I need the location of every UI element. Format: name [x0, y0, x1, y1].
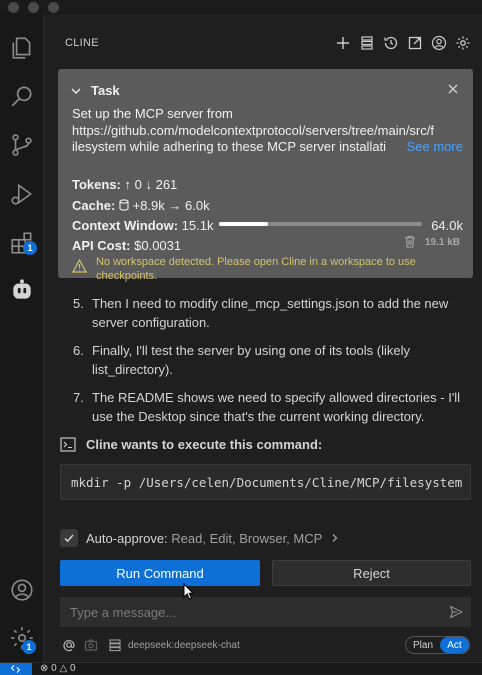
- auto-approve-label: Auto-approve:: [86, 531, 168, 546]
- new-task-plus-icon[interactable]: [334, 34, 352, 52]
- reject-button[interactable]: Reject: [272, 560, 471, 586]
- warning-icon: [72, 259, 87, 273]
- status-bar: ⊗ 0 △ 0: [0, 662, 482, 675]
- extensions-badge: 1: [23, 241, 37, 255]
- tokens-out: ↓ 261: [145, 177, 178, 192]
- assistant-steps: 5. Then I need to modify cline_mcp_setti…: [73, 294, 473, 435]
- cline-panel: CLINE Task Set up the MCP server from ht…: [45, 14, 482, 662]
- panel-header: CLINE: [45, 14, 482, 51]
- context-progress-bar: [219, 222, 422, 226]
- task-description-line: Set up the MCP server from: [72, 106, 233, 121]
- step-text: Finally, I'll test the server by using o…: [92, 343, 410, 377]
- message-input[interactable]: Type a message...: [60, 597, 471, 627]
- cline-bot-icon[interactable]: [8, 276, 36, 304]
- command-code-block: mkdir -p /Users/celen/Documents/Cline/MC…: [60, 464, 471, 500]
- mouse-cursor-icon: [183, 583, 195, 600]
- warning-text: No workspace detected. Please open Cline…: [96, 256, 416, 282]
- input-toolbar: deepseek:deepseek-chat Plan Act: [60, 636, 471, 654]
- act-mode-option[interactable]: Act: [440, 637, 469, 653]
- close-window-dot[interactable]: [8, 2, 19, 13]
- list-item: 6. Finally, I'll test the server by usin…: [73, 341, 473, 379]
- step-number: 7.: [73, 390, 84, 405]
- run-command-button[interactable]: Run Command: [60, 560, 260, 586]
- context-window-row: Context Window: 15.1k: [72, 218, 213, 233]
- popout-icon[interactable]: [406, 34, 424, 52]
- plan-act-toggle[interactable]: Plan Act: [405, 636, 470, 654]
- tokens-in: ↑ 0: [124, 177, 142, 192]
- source-control-icon[interactable]: [8, 131, 36, 159]
- remote-icon: [11, 665, 20, 673]
- remote-indicator[interactable]: [0, 663, 32, 675]
- terminal-icon: [60, 437, 76, 452]
- list-item: 5. Then I need to modify cline_mcp_setti…: [73, 294, 473, 332]
- database-icon: [119, 199, 129, 211]
- see-more-link[interactable]: See more: [404, 139, 463, 154]
- camera-icon[interactable]: [84, 638, 98, 652]
- task-title: Task: [91, 83, 120, 98]
- workspace-warning: No workspace detected. Please open Cline…: [72, 255, 462, 283]
- api-cost-row: API Cost: $0.0031: [72, 238, 181, 253]
- step-number: 6.: [73, 343, 84, 358]
- error-icon: ⊗: [40, 663, 49, 674]
- warning-triangle-icon: △: [59, 663, 68, 674]
- window-titlebar: [0, 0, 482, 14]
- command-request-title: Cline wants to execute this command:: [60, 437, 322, 452]
- cache-row: Cache: +8.9k → 6.0k: [72, 198, 210, 213]
- checkmark-icon: [64, 534, 74, 543]
- warning-count: 0: [70, 663, 76, 674]
- problems-indicator[interactable]: ⊗ 0 △ 0: [40, 663, 76, 675]
- task-card: Task Set up the MCP server from https://…: [58, 69, 473, 282]
- tokens-row: Tokens: ↑ 0 ↓ 261: [72, 177, 177, 192]
- trash-icon[interactable]: [404, 235, 416, 248]
- mention-at-icon[interactable]: [62, 638, 76, 652]
- context-label: Context Window:: [72, 218, 179, 233]
- history-icon[interactable]: [382, 34, 400, 52]
- activity-bar: 1 1: [0, 14, 44, 662]
- list-item: 7. The README shows we need to specify a…: [73, 388, 473, 426]
- error-count: 0: [51, 663, 57, 674]
- api-cost-value: $0.0031: [134, 238, 182, 253]
- run-debug-icon[interactable]: [8, 180, 36, 208]
- cache-value: +8.9k → 6.0k: [132, 198, 210, 213]
- explorer-icon[interactable]: [8, 34, 36, 62]
- step-text: Then I need to modify cline_mcp_settings…: [92, 296, 449, 330]
- auto-approve-checkbox[interactable]: [60, 529, 78, 547]
- maximize-window-dot[interactable]: [48, 2, 59, 13]
- account-icon[interactable]: [8, 576, 36, 604]
- send-icon[interactable]: [449, 605, 463, 619]
- settings-badge: 1: [22, 640, 36, 654]
- server-icon[interactable]: [108, 638, 122, 652]
- context-max: 64.0k: [431, 218, 463, 233]
- panel-title: CLINE: [65, 37, 99, 49]
- auto-approve-options: Read, Edit, Browser, MCP: [171, 531, 323, 546]
- api-cost-label: API Cost:: [72, 238, 131, 253]
- message-input-placeholder: Type a message...: [70, 605, 177, 620]
- minimize-window-dot[interactable]: [28, 2, 39, 13]
- model-selector[interactable]: deepseek:deepseek-chat: [128, 640, 240, 651]
- task-description-line: https://github.com/modelcontextprotocol/…: [72, 122, 434, 138]
- context-progress-fill: [219, 222, 268, 226]
- plan-mode-option[interactable]: Plan: [406, 637, 440, 653]
- close-icon[interactable]: [447, 83, 459, 95]
- chevron-down-icon[interactable]: [70, 85, 82, 97]
- account-circle-icon[interactable]: [430, 34, 448, 52]
- mcp-servers-icon[interactable]: [358, 34, 376, 52]
- settings-gear-icon[interactable]: [454, 34, 472, 52]
- command-title-text: Cline wants to execute this command:: [86, 437, 323, 452]
- task-size: 19.1 kB: [424, 237, 460, 248]
- chevron-right-icon[interactable]: [330, 533, 339, 543]
- step-text: The README shows we need to specify allo…: [92, 390, 461, 424]
- step-number: 5.: [73, 296, 84, 311]
- context-used: 15.1k: [181, 218, 214, 233]
- auto-approve-label-group: Auto-approve: Read, Edit, Browser, MCP: [86, 531, 339, 546]
- cache-label: Cache:: [72, 198, 116, 213]
- search-icon[interactable]: [8, 82, 36, 110]
- tokens-label: Tokens:: [72, 177, 121, 192]
